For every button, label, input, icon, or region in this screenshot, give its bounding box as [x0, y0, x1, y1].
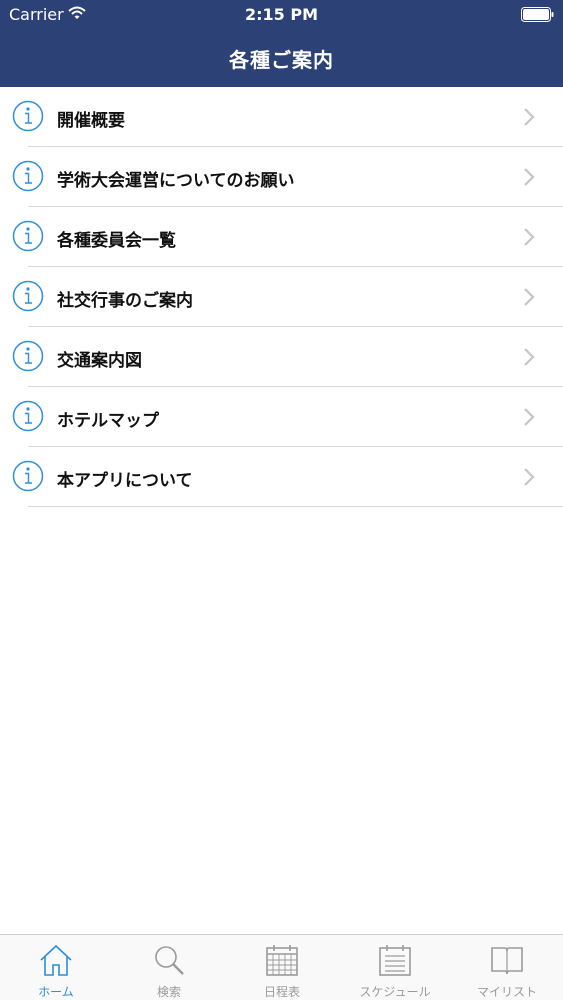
page-title: 各種ご案内 — [229, 48, 334, 72]
menu-item-label: 交通案内図 — [57, 351, 142, 371]
tab-label: スケジュール — [359, 985, 431, 999]
tab-mylist[interactable]: マイリスト — [451, 935, 563, 1000]
menu-item-overview[interactable]: 開催概要 — [0, 87, 563, 147]
chevron-right-icon — [524, 468, 535, 486]
info-icon — [12, 400, 44, 432]
menu-item-label: 本アプリについて — [57, 471, 193, 491]
tab-home[interactable]: ホーム — [0, 935, 112, 1000]
tab-search[interactable]: 検索 — [113, 935, 225, 1000]
tab-bar: ホーム 検索 日程表 スケジュール マイリスト — [0, 934, 563, 1000]
info-icon — [12, 280, 44, 312]
menu-item-academic-requests[interactable]: 学術大会運営についてのお願い — [0, 147, 563, 207]
chevron-right-icon — [524, 108, 535, 126]
schedule-icon — [379, 945, 411, 976]
menu-item-committees[interactable]: 各種委員会一覧 — [0, 207, 563, 267]
chevron-right-icon — [524, 168, 535, 186]
tab-timetable[interactable]: 日程表 — [226, 935, 338, 1000]
menu-item-hotel-map[interactable]: ホテルマップ — [0, 387, 563, 447]
status-bar: Carrier 2:15 PM — [0, 0, 563, 30]
navigation-header: Carrier 2:15 PM 各種ご案内 — [0, 0, 563, 87]
tab-label: マイリスト — [476, 985, 537, 999]
menu-item-about-app[interactable]: 本アプリについて — [0, 447, 563, 507]
info-icon — [12, 460, 44, 492]
book-icon — [491, 947, 523, 975]
tab-label: 日程表 — [263, 985, 300, 999]
chevron-right-icon — [524, 408, 535, 426]
menu-list: 開催概要 学術大会運営についてのお願い 各種委員会一覧 社交行事のご案内 交通案… — [0, 87, 563, 507]
menu-item-social-events[interactable]: 社交行事のご案内 — [0, 267, 563, 327]
info-icon — [12, 220, 44, 252]
info-icon — [12, 160, 44, 192]
info-icon — [12, 100, 44, 132]
chevron-right-icon — [524, 348, 535, 366]
info-icon — [12, 340, 44, 372]
search-icon — [155, 946, 184, 975]
home-icon — [40, 944, 72, 976]
tab-label: ホーム — [38, 985, 74, 999]
chevron-right-icon — [524, 228, 535, 246]
status-time: 2:15 PM — [244, 5, 318, 24]
row-divider — [28, 506, 563, 507]
tab-schedule[interactable]: スケジュール — [339, 935, 451, 1000]
tab-label: 検索 — [156, 985, 181, 999]
menu-item-access-map[interactable]: 交通案内図 — [0, 327, 563, 387]
chevron-right-icon — [524, 288, 535, 306]
menu-item-label: 学術大会運営についてのお願い — [57, 171, 295, 191]
menu-item-label: ホテルマップ — [57, 411, 159, 431]
menu-item-label: 社交行事のご案内 — [57, 291, 193, 311]
menu-item-label: 開催概要 — [57, 111, 125, 131]
calendar-icon — [266, 945, 298, 976]
menu-item-label: 各種委員会一覧 — [57, 231, 176, 251]
battery-icon — [521, 7, 554, 22]
